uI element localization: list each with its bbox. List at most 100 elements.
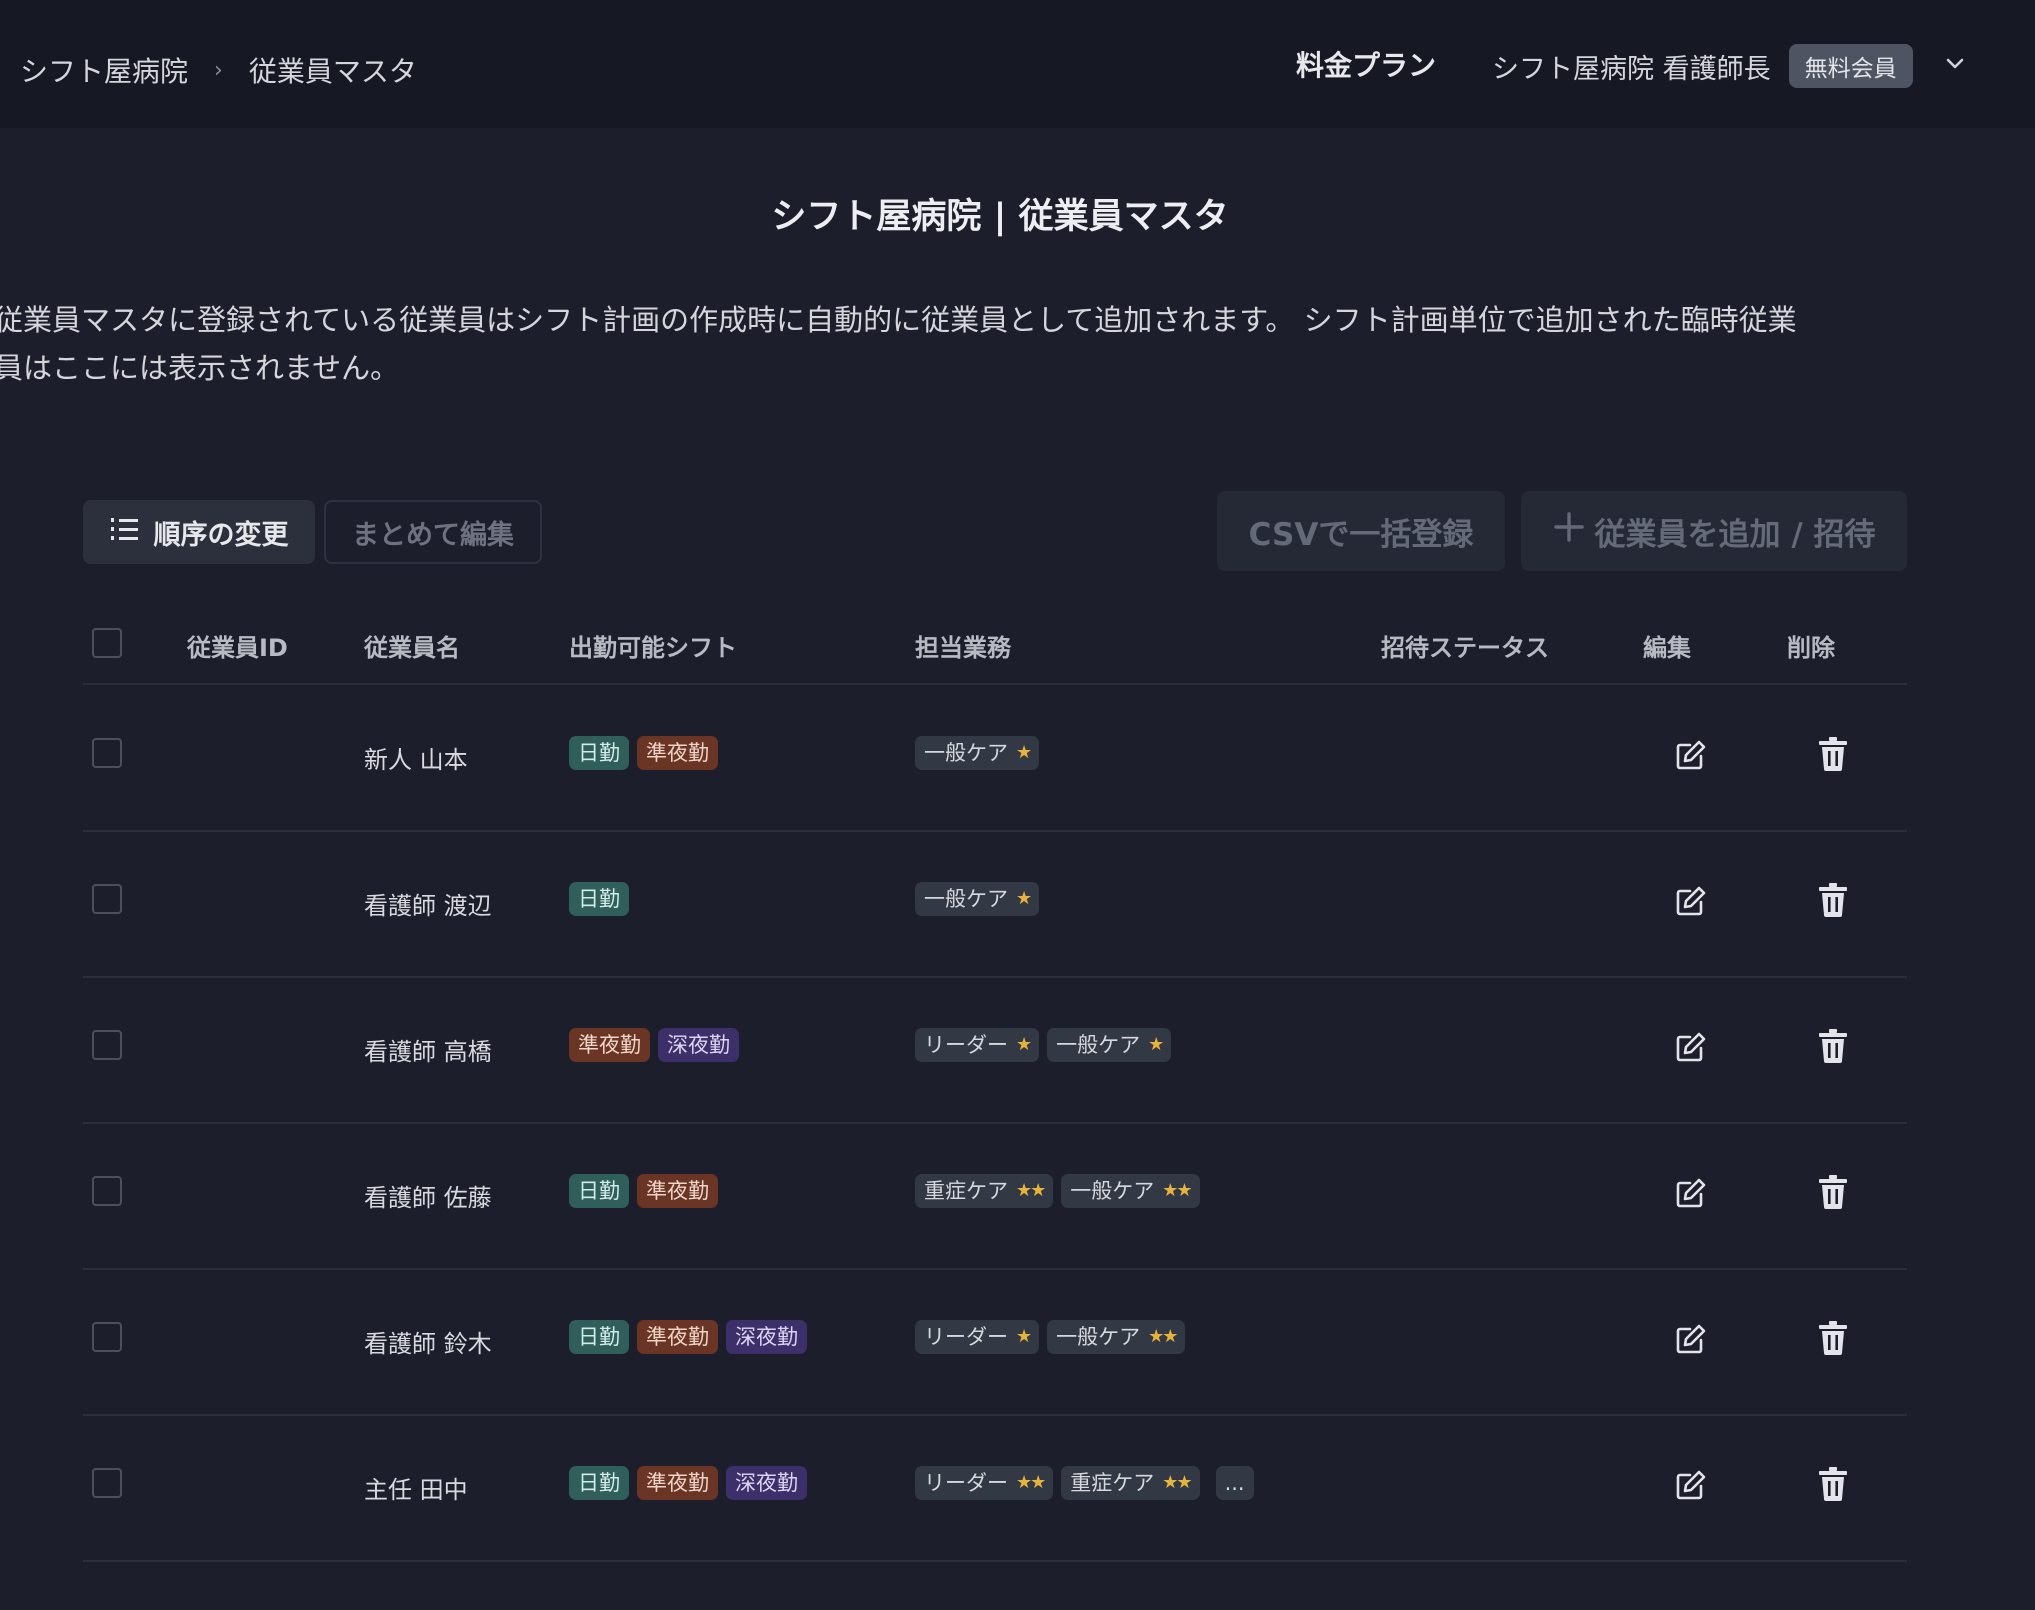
trash-icon[interactable]: [1818, 1320, 1848, 1360]
shift-tag: 日勤: [569, 736, 629, 770]
duty-tag: 一般ケア ★★: [1061, 1174, 1200, 1208]
row-checkbox[interactable]: [92, 1176, 122, 1206]
add-employee-label: 従業員を追加 / 招待: [1594, 516, 1876, 553]
edit-icon[interactable]: [1674, 884, 1708, 922]
shift-tag: 深夜勤: [726, 1466, 807, 1500]
duty-label: 一般ケア: [1070, 1179, 1155, 1203]
edit-icon[interactable]: [1674, 1468, 1708, 1506]
table-row: 看護師 渡辺 日勤 一般ケア ★: [0, 830, 2035, 976]
reorder-button[interactable]: 順序の変更: [83, 500, 315, 564]
skill-star-icon: ★★: [1148, 1326, 1178, 1347]
top-bar: シフト屋病院 › 従業員マスタ 料金プラン シフト屋病院 看護師長 無料会員: [0, 0, 2035, 128]
column-header-shifts: 出勤可能シフト: [569, 634, 737, 662]
skill-star-icon: ★★: [1162, 1472, 1192, 1493]
skill-star-icon: ★: [1148, 1034, 1164, 1055]
column-header-duties: 担当業務: [915, 634, 1011, 662]
page-title: シフト屋病院 | 従業員マスタ: [771, 197, 1229, 237]
divider: [83, 1560, 1907, 1562]
breadcrumb-item-current: 従業員マスタ: [248, 55, 417, 88]
description-line: 員はここには表示されません。: [0, 351, 400, 385]
row-checkbox[interactable]: [92, 1030, 122, 1060]
available-shifts: 日勤 準夜勤 深夜勤: [569, 1466, 807, 1500]
column-header-id: 従業員ID: [187, 634, 288, 662]
assigned-duties: リーダー ★ 一般ケア ★★: [915, 1320, 1186, 1354]
shift-tag: 日勤: [569, 882, 629, 916]
bulk-edit-button[interactable]: まとめて編集: [324, 500, 542, 564]
shift-tag: 準夜勤: [569, 1028, 650, 1062]
column-header-edit: 編集: [1643, 634, 1691, 662]
duty-tag: 一般ケア ★: [915, 736, 1040, 770]
assigned-duties: リーダー ★★ 重症ケア ★★...: [915, 1466, 1254, 1500]
duty-tag: 一般ケア ★★: [1047, 1320, 1186, 1354]
employee-name: 看護師 佐藤: [364, 1184, 492, 1212]
table-row: 看護師 高橋 準夜勤 深夜勤 リーダー ★ 一般ケア ★: [0, 976, 2035, 1122]
breadcrumb-item-hospital[interactable]: シフト屋病院: [20, 50, 188, 90]
pricing-plan-link[interactable]: 料金プラン: [1296, 44, 1436, 84]
duty-tag: リーダー ★: [915, 1320, 1040, 1354]
edit-icon[interactable]: [1674, 1030, 1708, 1068]
table-row: 看護師 佐藤 日勤 準夜勤 重症ケア ★★ 一般ケア ★★: [0, 1122, 2035, 1268]
csv-import-button[interactable]: CSVで一括登録: [1217, 491, 1505, 571]
shift-tag: 深夜勤: [658, 1028, 739, 1062]
row-checkbox[interactable]: [92, 1468, 122, 1498]
duty-label: 重症ケア: [924, 1179, 1008, 1203]
row-checkbox[interactable]: [92, 1322, 122, 1352]
skill-star-icon: ★: [1016, 888, 1032, 909]
column-header-invite-status: 招待ステータス: [1381, 634, 1549, 662]
employee-name: 看護師 高橋: [364, 1038, 492, 1066]
duty-label: 一般ケア: [1056, 1033, 1141, 1057]
breadcrumb: シフト屋病院 › 従業員マスタ: [20, 50, 417, 90]
edit-icon[interactable]: [1674, 738, 1708, 776]
duty-label: リーダー: [924, 1325, 1008, 1349]
chevron-down-icon[interactable]: [1944, 52, 1966, 78]
edit-icon[interactable]: [1674, 1322, 1708, 1360]
available-shifts: 日勤 準夜勤: [569, 1174, 718, 1208]
duty-tag: 一般ケア ★: [915, 882, 1040, 916]
assigned-duties: 一般ケア ★: [915, 736, 1040, 770]
column-header-name: 従業員名: [364, 634, 460, 662]
skill-star-icon: ★: [1016, 742, 1032, 763]
shift-tag: 日勤: [569, 1320, 629, 1354]
user-menu[interactable]: シフト屋病院 看護師長 無料会員: [1492, 44, 1913, 88]
row-checkbox[interactable]: [92, 738, 122, 768]
shift-tag: 準夜勤: [637, 736, 718, 770]
table-row: 看護師 鈴木 日勤 準夜勤 深夜勤 リーダー ★ 一般ケア ★★: [0, 1268, 2035, 1414]
list-ordered-icon: [110, 516, 154, 549]
more-duties-button[interactable]: ...: [1215, 1466, 1254, 1500]
employee-name: 新人 山本: [364, 746, 468, 774]
row-checkbox[interactable]: [92, 884, 122, 914]
page-description: 従業員マスタに登録されている従業員はシフト計画の作成時に自動的に従業員として追加…: [0, 296, 1994, 392]
shift-tag: 日勤: [569, 1466, 629, 1500]
description-line: 従業員マスタに登録されている従業員はシフト計画の作成時に自動的に従業員として追加…: [0, 303, 1797, 337]
trash-icon[interactable]: [1818, 736, 1848, 776]
shift-tag: 準夜勤: [637, 1320, 718, 1354]
select-all-checkbox[interactable]: [92, 628, 122, 658]
duty-label: 一般ケア: [1056, 1325, 1141, 1349]
trash-icon[interactable]: [1818, 1466, 1848, 1506]
duty-tag: リーダー ★: [915, 1028, 1040, 1062]
duty-label: リーダー: [924, 1471, 1008, 1495]
skill-star-icon: ★: [1016, 1034, 1032, 1055]
employee-name: 看護師 鈴木: [364, 1330, 492, 1358]
available-shifts: 準夜勤 深夜勤: [569, 1028, 739, 1062]
trash-icon[interactable]: [1818, 882, 1848, 922]
shift-tag: 深夜勤: [726, 1320, 807, 1354]
duty-tag: 一般ケア ★: [1047, 1028, 1172, 1062]
column-header-delete: 削除: [1787, 634, 1835, 662]
edit-icon[interactable]: [1674, 1176, 1708, 1214]
employee-name: 看護師 渡辺: [364, 892, 492, 920]
shift-tag: 準夜勤: [637, 1174, 718, 1208]
add-employee-button[interactable]: 従業員を追加 / 招待: [1521, 491, 1907, 571]
skill-star-icon: ★: [1016, 1326, 1032, 1347]
trash-icon[interactable]: [1818, 1028, 1848, 1068]
skill-star-icon: ★★: [1016, 1472, 1046, 1493]
assigned-duties: リーダー ★ 一般ケア ★: [915, 1028, 1172, 1062]
user-name: シフト屋病院 看護師長: [1492, 53, 1771, 85]
employee-name: 主任 田中: [364, 1476, 468, 1504]
duty-tag: 重症ケア ★★: [1061, 1466, 1200, 1500]
available-shifts: 日勤: [569, 882, 629, 916]
available-shifts: 日勤 準夜勤: [569, 736, 718, 770]
reorder-label: 順序の変更: [153, 519, 289, 551]
duty-label: 一般ケア: [924, 887, 1008, 911]
trash-icon[interactable]: [1818, 1174, 1848, 1214]
